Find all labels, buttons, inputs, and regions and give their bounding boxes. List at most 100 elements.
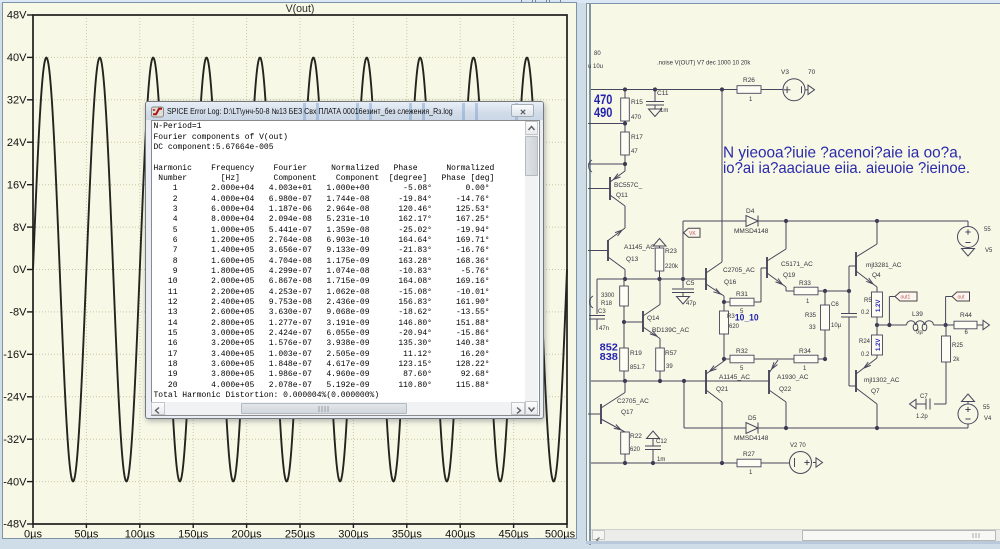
svg-text:V5: V5	[985, 248, 993, 254]
svg-text:R25: R25	[952, 343, 964, 349]
svg-text:R5: R5	[864, 298, 872, 304]
svg-text:BC557C_: BC557C_	[614, 182, 643, 189]
svg-text:D4: D4	[746, 208, 755, 215]
svg-text:Q11: Q11	[616, 192, 628, 199]
svg-text:2k: 2k	[953, 357, 960, 363]
svg-text:C6: C6	[831, 302, 839, 308]
svg-text:L39: L39	[912, 311, 923, 318]
svg-text:Q13: Q13	[626, 256, 639, 263]
svg-text:1: 1	[749, 470, 753, 476]
svg-text:200µs: 200µs	[231, 529, 262, 539]
svg-text:1m: 1m	[660, 108, 668, 114]
svg-text:300µs: 300µs	[338, 529, 369, 539]
svg-text:R35: R35	[805, 313, 817, 319]
svg-text:48V: 48V	[7, 10, 27, 22]
svg-text:10µ: 10µ	[831, 323, 842, 329]
svg-text:V4: V4	[984, 416, 992, 422]
svg-text:Q16: Q16	[724, 279, 737, 286]
svg-text:33: 33	[809, 325, 816, 331]
svg-text:C5: C5	[686, 280, 695, 287]
svg-text:VK: VK	[689, 231, 696, 237]
svg-text:0µs: 0µs	[24, 529, 42, 539]
svg-text:-32V: -32V	[3, 434, 27, 446]
svg-text:.noise V(OUT) V7 dec 1000 10 2: .noise V(OUT) V7 dec 1000 10 20k	[657, 61, 751, 67]
svg-text:V(out): V(out)	[286, 3, 315, 15]
svg-text:R44: R44	[960, 312, 972, 319]
svg-text:N yieooa?iuie ?acenoi?aie ia o: N yieooa?iuie ?acenoi?aie ia oo?a,	[723, 144, 962, 161]
svg-text:1.2V: 1.2V	[876, 300, 882, 312]
svg-text:R27: R27	[743, 451, 755, 458]
svg-text:1: 1	[749, 97, 753, 103]
svg-text:D5: D5	[748, 415, 757, 422]
svg-text:Q7: Q7	[871, 388, 880, 395]
svg-text:V2 70: V2 70	[790, 443, 806, 449]
svg-text:R34: R34	[799, 348, 811, 355]
svg-text:C7: C7	[920, 394, 928, 400]
svg-text:C2705_AC: C2705_AC	[723, 267, 755, 274]
svg-text:R24: R24	[859, 339, 871, 345]
svg-text:u 10u: u 10u	[588, 64, 603, 70]
svg-text:C11: C11	[657, 90, 669, 97]
svg-text:100µs: 100µs	[125, 529, 156, 539]
svg-text:R31: R31	[736, 291, 748, 298]
svg-text:Q21: Q21	[716, 386, 729, 393]
svg-text:MMSD4148: MMSD4148	[734, 228, 769, 235]
svg-text:6: 6	[965, 330, 969, 336]
svg-text:47: 47	[631, 149, 638, 155]
svg-text:-24V: -24V	[3, 391, 27, 403]
svg-text:out1: out1	[901, 295, 911, 301]
svg-text:16V: 16V	[7, 179, 27, 191]
svg-text:-8V: -8V	[9, 307, 27, 319]
svg-text:A1930_AC: A1930_AC	[777, 374, 809, 381]
svg-text:47n: 47n	[599, 326, 609, 332]
svg-text:47p: 47p	[686, 301, 697, 307]
svg-text:5µ: 5µ	[916, 330, 923, 336]
svg-text:220k: 220k	[665, 264, 679, 270]
svg-text:620: 620	[630, 447, 641, 453]
svg-text:80: 80	[594, 51, 601, 57]
svg-text:70: 70	[808, 69, 816, 76]
svg-text:C12: C12	[656, 439, 668, 445]
svg-text:R18: R18	[601, 301, 613, 307]
svg-text:838: 838	[600, 351, 618, 363]
svg-text:39: 39	[666, 364, 673, 370]
svg-text:150µs: 150µs	[178, 529, 209, 539]
svg-text:C3: C3	[598, 309, 606, 315]
svg-text:Q14: Q14	[647, 315, 660, 322]
svg-text:mjl3281_AC: mjl3281_AC	[866, 262, 902, 269]
svg-text:55: 55	[983, 405, 990, 411]
svg-text:R22: R22	[630, 433, 642, 440]
svg-text:0V: 0V	[13, 264, 27, 276]
svg-text:1: 1	[806, 299, 810, 305]
svg-text:MMSD4148: MMSD4148	[734, 435, 769, 442]
svg-text:32V: 32V	[7, 95, 27, 107]
svg-text:C5171_AC: C5171_AC	[781, 261, 813, 268]
svg-text:490: 490	[594, 105, 612, 120]
svg-text:50µs: 50µs	[74, 529, 99, 539]
svg-text:400µs: 400µs	[445, 529, 476, 539]
svg-text:V3: V3	[781, 69, 789, 76]
svg-text:3300: 3300	[601, 293, 615, 299]
svg-text:620: 620	[729, 324, 740, 330]
svg-text:A1145_AC: A1145_AC	[719, 374, 750, 381]
svg-text:0.2: 0.2	[861, 310, 870, 316]
svg-text:10_10: 10_10	[735, 313, 759, 324]
svg-text:55: 55	[984, 227, 991, 233]
svg-text:R33: R33	[799, 280, 811, 287]
svg-text:A1145_AC: A1145_AC	[624, 244, 655, 251]
svg-text:500µs: 500µs	[545, 529, 576, 539]
svg-text:450µs: 450µs	[498, 529, 529, 539]
svg-text:out: out	[958, 295, 966, 301]
svg-text:Q4: Q4	[872, 272, 881, 279]
svg-text:R32: R32	[736, 348, 748, 355]
svg-text:R26: R26	[743, 77, 755, 84]
svg-text:-40V: -40V	[3, 476, 27, 488]
svg-text:250µs: 250µs	[285, 529, 316, 539]
svg-text:1m: 1m	[657, 457, 665, 463]
svg-text:C2705_AC: C2705_AC	[617, 398, 649, 405]
svg-text:0.2: 0.2	[861, 352, 870, 358]
svg-text:BD139C_AC: BD139C_AC	[652, 327, 690, 334]
svg-text:851.7: 851.7	[630, 365, 646, 371]
svg-text:mjl1302_AC: mjl1302_AC	[864, 377, 900, 384]
svg-text:470: 470	[631, 115, 642, 121]
